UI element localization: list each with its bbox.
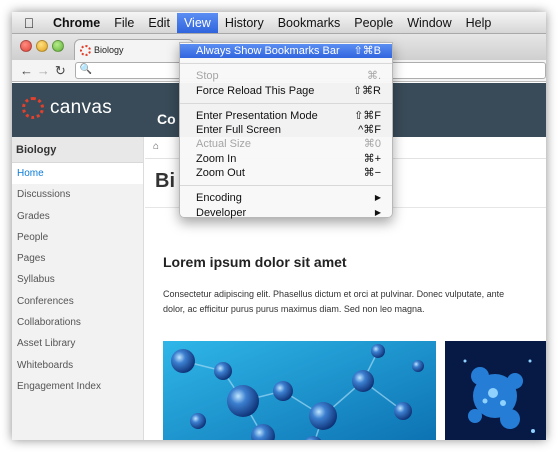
back-arrow-icon[interactable]: ←	[18, 63, 35, 78]
sidebar-item-people[interactable]: People	[12, 227, 143, 248]
menu-item-stop: Stop ⌘.	[180, 69, 392, 83]
content-heading: Lorem ipsum dolor sit amet	[163, 254, 347, 270]
page-title: Bi	[155, 170, 175, 192]
menu-separator	[180, 185, 392, 187]
tab-title: Biology	[94, 45, 124, 55]
sidebar-item-conferences[interactable]: Conferences	[12, 291, 143, 312]
menu-item-label: Zoom Out	[196, 167, 245, 180]
sidebar-item-asset-library[interactable]: Asset Library	[12, 333, 143, 354]
canvas-logo[interactable]: canvas	[22, 97, 112, 119]
cell-image	[445, 341, 546, 440]
menu-item-label: Stop	[196, 70, 219, 83]
paragraph-line-1: Consectetur adipiscing elit. Phasellus d…	[163, 289, 505, 299]
reload-icon[interactable]: ↻	[52, 63, 69, 79]
menu-item-shortcut: ⇧⌘B	[353, 45, 381, 57]
menu-item-label: Developer	[196, 206, 247, 219]
forward-arrow-icon[interactable]: →	[35, 63, 52, 78]
menu-item-shortcut: ⌘.	[366, 70, 381, 83]
menu-item-label: Enter Full Screen	[196, 124, 281, 137]
menu-edit[interactable]: Edit	[141, 13, 177, 33]
menu-app-chrome[interactable]: Chrome	[46, 13, 107, 33]
paragraph-line-2: dolor, ac efficitur purus purus maximus …	[163, 304, 425, 314]
menu-item-actual-size: Actual Size ⌘0	[180, 137, 392, 151]
header-nav-item[interactable]: Co	[157, 111, 176, 127]
tab-biology[interactable]: Biology	[74, 39, 194, 60]
sidebar-item-home[interactable]: Home	[12, 163, 143, 185]
menu-item-presentation-mode[interactable]: Enter Presentation Mode ⇧⌘F	[180, 109, 392, 123]
zoom-window-button[interactable]	[52, 40, 64, 52]
mac-menubar:  Chrome File Edit View History Bookmark…	[12, 12, 546, 34]
sidebar-item-syllabus[interactable]: Syllabus	[12, 269, 143, 290]
canvas-logo-text: canvas	[50, 97, 113, 118]
menu-bookmarks[interactable]: Bookmarks	[271, 13, 348, 33]
menu-item-shortcut: ⌘0	[363, 138, 381, 151]
menu-item-label: Force Reload This Page	[196, 84, 315, 97]
sidebar-item-whiteboards[interactable]: Whiteboards	[12, 355, 143, 376]
menu-item-full-screen[interactable]: Enter Full Screen ^⌘F	[180, 123, 392, 137]
minimize-window-button[interactable]	[36, 40, 48, 52]
menu-item-label: Actual Size	[196, 138, 252, 151]
submenu-arrow-icon: ▶	[374, 193, 381, 203]
sidebar-item-discussions[interactable]: Discussions	[12, 184, 143, 205]
menu-item-label: Encoding	[196, 192, 242, 205]
content-paragraph: Consectetur adipiscing elit. Phasellus d…	[163, 287, 546, 317]
menu-item-developer[interactable]: Developer ▶	[180, 206, 392, 220]
sidebar-item-pages[interactable]: Pages	[12, 248, 143, 269]
sidebar-item-engagement-index[interactable]: Engagement Index	[12, 376, 143, 397]
menu-people[interactable]: People	[347, 13, 400, 33]
menu-history[interactable]: History	[218, 13, 271, 33]
home-icon[interactable]: ⌂	[153, 141, 159, 152]
window-controls	[20, 40, 64, 52]
sidebar-item-collaborations[interactable]: Collaborations	[12, 312, 143, 333]
menu-item-label: Zoom In	[196, 152, 237, 165]
menu-item-shortcut: ^⌘F	[358, 124, 381, 137]
menu-separator	[180, 63, 392, 65]
canvas-logo-icon	[22, 97, 44, 119]
menu-item-force-reload[interactable]: Force Reload This Page ⇧⌘R	[180, 84, 392, 98]
apple-icon[interactable]: 	[12, 15, 46, 31]
menu-file[interactable]: File	[107, 13, 141, 33]
menu-item-shortcut: ⇧⌘R	[352, 84, 381, 97]
menu-item-encoding[interactable]: Encoding ▶	[180, 191, 392, 205]
menu-separator	[180, 102, 392, 104]
close-window-button[interactable]	[20, 40, 32, 52]
view-menu-dropdown: Always Show Bookmarks Bar ⇧⌘B Stop ⌘. Fo…	[179, 42, 393, 220]
menu-item-zoom-out[interactable]: Zoom Out ⌘−	[180, 166, 392, 180]
menu-help[interactable]: Help	[459, 13, 499, 33]
menu-window[interactable]: Window	[400, 13, 458, 33]
menu-item-label: Enter Presentation Mode	[196, 109, 318, 122]
course-name: Biology	[12, 137, 143, 163]
search-icon: 🔍	[79, 64, 93, 75]
menu-item-zoom-in[interactable]: Zoom In ⌘+	[180, 152, 392, 166]
menu-item-shortcut: ⇧⌘F	[354, 109, 381, 122]
canvas-favicon-icon	[80, 44, 91, 56]
sidebar-item-grades[interactable]: Grades	[12, 206, 143, 227]
menu-item-label: Always Show Bookmarks Bar	[196, 45, 340, 57]
menu-item-shortcut: ⌘+	[363, 152, 381, 165]
menu-item-shortcut: ⌘−	[363, 167, 381, 180]
submenu-arrow-icon: ▶	[374, 207, 381, 217]
browser-window:  Chrome File Edit View History Bookmark…	[12, 12, 546, 440]
molecule-image	[163, 341, 436, 440]
menu-item-always-show-bookmarks-bar[interactable]: Always Show Bookmarks Bar ⇧⌘B	[180, 44, 392, 59]
course-sidebar: Biology Home Discussions Grades People P…	[12, 137, 144, 440]
menu-view[interactable]: View	[176, 12, 218, 33]
